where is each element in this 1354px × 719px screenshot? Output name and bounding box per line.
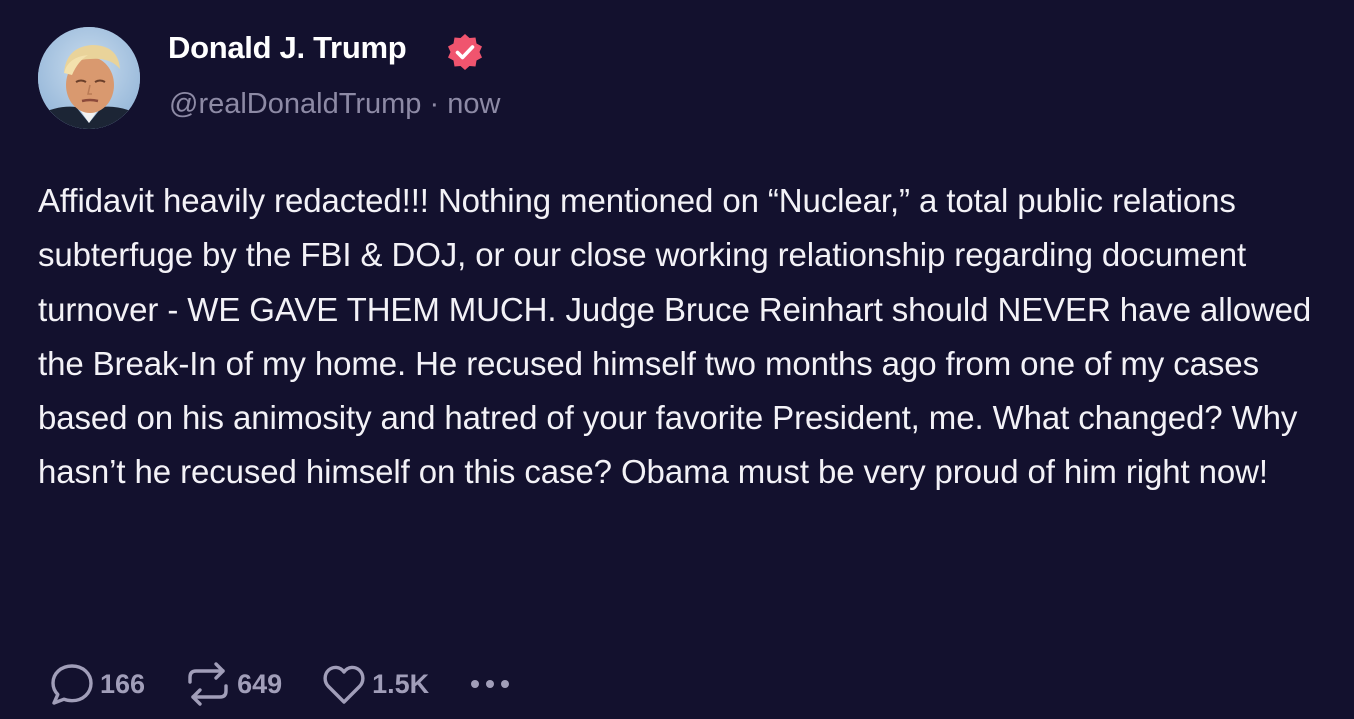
author-display-name[interactable]: Donald J. Trump: [168, 30, 407, 66]
repost-count: 649: [237, 668, 283, 699]
author-meta: @realDonaldTrump · now: [169, 88, 500, 121]
author-handle[interactable]: @realDonaldTrump: [169, 88, 421, 120]
avatar[interactable]: [38, 27, 140, 129]
post-text: Affidavit heavily redacted!!! Nothing me…: [38, 182, 1312, 491]
repost-button[interactable]: 649: [183, 661, 282, 707]
verified-badge-icon: [448, 34, 482, 70]
action-bar: 166 649 1.5K: [48, 660, 513, 708]
post-card: Donald J. Trump @realDonaldTrump · now A…: [0, 0, 1354, 719]
like-count: 1.5K: [372, 668, 430, 699]
more-icon: [471, 680, 480, 688]
like-button[interactable]: 1.5K: [320, 662, 429, 706]
post-timestamp[interactable]: now: [447, 88, 500, 120]
reply-count: 166: [100, 668, 146, 699]
meta-separator: ·: [421, 88, 448, 120]
like-icon: [323, 665, 365, 704]
repost-icon: [188, 662, 228, 706]
reply-icon: [51, 664, 93, 705]
reply-button[interactable]: 166: [48, 662, 145, 706]
avatar-image: [38, 27, 140, 129]
more-options-button[interactable]: [467, 672, 513, 696]
